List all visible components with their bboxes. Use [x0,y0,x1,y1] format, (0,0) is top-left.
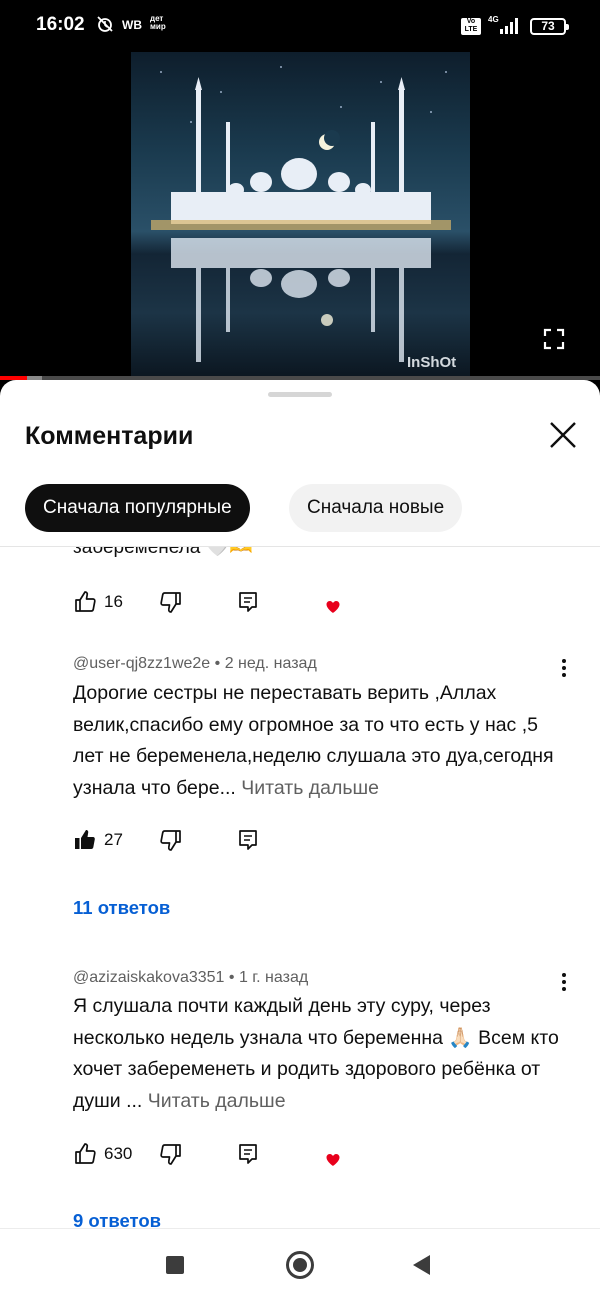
creator-heart-icon [326,601,340,613]
reply-icon [239,830,257,850]
wb-app-badge: WB [122,18,142,32]
chip-sort-newest[interactable]: Сначала новые [289,484,463,532]
thumb-up-filled-icon [75,830,95,849]
volte-badge: Vo LTE [461,18,481,35]
volte-line1: Vo [466,18,476,25]
like-count: 630 [104,1144,133,1163]
replies-button[interactable]: 11 ответов [73,897,170,919]
battery-icon: 73 [530,18,569,35]
dislike-button[interactable] [159,587,183,617]
close-icon[interactable] [546,418,580,452]
comments-panel: Комментарии Сначала популярные Сначала н… [0,380,600,1299]
dislike-button[interactable] [159,1139,183,1169]
status-bar: 16:02 WB дет мир Vo LTE 4G 73 [0,0,600,52]
read-more-link[interactable]: Читать дальше [148,1090,286,1112]
video-watermark: InShOt [407,354,457,371]
fullscreen-icon[interactable] [543,328,565,350]
read-more-link[interactable]: Читать дальше [241,777,379,799]
reply-button[interactable] [236,1139,260,1169]
home-button[interactable] [286,1251,314,1279]
status-time: 16:02 [36,14,85,35]
like-button[interactable]: 630 [73,1139,132,1169]
meta-separator: • [228,969,239,986]
comments-list[interactable]: забеременела 🤍🫶 16 @user-qj8zz1we2e • 2 … [0,547,600,1227]
like-count: 27 [104,830,123,849]
comment-body: Я слушала почти каждый день эту суру, че… [73,995,559,1112]
mosque-illustration [151,66,451,362]
reply-button[interactable] [236,587,260,617]
comment-text: Я слушала почти каждый день эту суру, че… [73,991,563,1117]
reply-icon [239,1144,257,1164]
back-button[interactable] [413,1255,430,1275]
volte-line2: LTE [464,26,478,33]
recent-apps-button[interactable] [166,1256,184,1274]
thumb-down-icon [160,830,181,851]
comment-text: Дорогие сестры не переставать верить ,Ал… [73,678,563,804]
like-button[interactable]: 27 [73,825,123,855]
thumb-down-icon [160,592,181,613]
replies-button[interactable]: 9 ответов [73,1210,161,1227]
thumb-up-icon [75,591,96,612]
system-navigation-bar [0,1228,600,1299]
comment-author[interactable]: @azizaiskakova3351 [73,969,224,986]
comments-title: Комментарии [25,422,194,450]
video-frame-mosque-image: InShOt [131,52,470,378]
thumb-down-icon [160,1144,181,1165]
comment-author[interactable]: @user-qj8zz1we2e [73,655,210,672]
reply-button[interactable] [236,825,260,855]
detmir-app-badge: дет мир [150,15,166,31]
comment-time: 1 г. назад [238,969,309,986]
battery-level: 73 [541,19,555,33]
video-player[interactable]: InShOt [0,52,600,378]
thumb-up-icon [75,1143,96,1164]
like-button[interactable]: 16 [73,587,123,617]
reply-icon [239,592,257,612]
partial-comment-text: забеременела 🤍🫶 [73,547,253,558]
chip-sort-popular[interactable]: Сначала популярные [25,484,250,532]
dislike-button[interactable] [159,825,183,855]
comment-time: 2 нед. назад [224,655,317,672]
detmir-badge-line2: мир [150,22,166,31]
alarm-off-icon [96,15,114,36]
like-count: 16 [104,592,123,611]
drag-handle[interactable] [268,392,332,397]
comment-meta: @azizaiskakova3351 • 1 г. назад [73,969,308,987]
creator-heart-icon [326,1154,340,1166]
meta-separator: • [214,655,225,672]
comment-meta: @user-qj8zz1we2e • 2 нед. назад [73,655,317,673]
signal-icon [500,18,518,34]
